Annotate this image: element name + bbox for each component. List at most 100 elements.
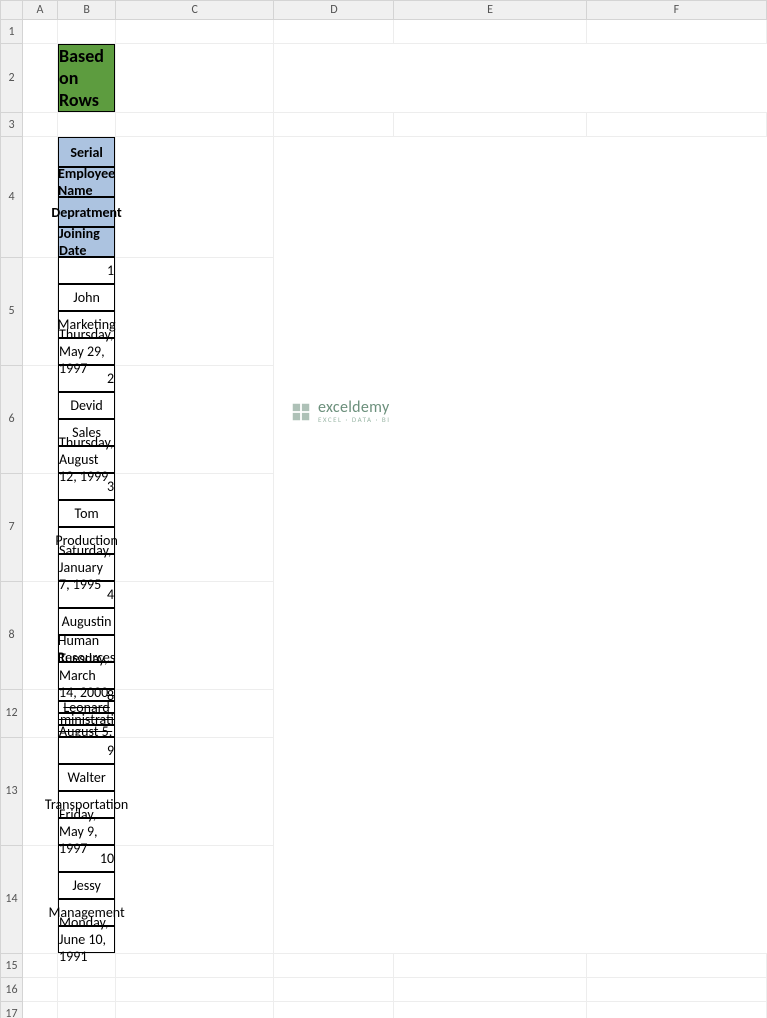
row-header[interactable]: 17 — [1, 1002, 23, 1018]
cell-dept[interactable]: Production — [58, 527, 115, 554]
cell[interactable] — [23, 473, 58, 581]
cell-date[interactable]: Monday, June 10, 1991 — [58, 926, 115, 953]
col-header[interactable]: E — [394, 1, 586, 20]
row-header[interactable]: 8 — [1, 581, 23, 689]
row-header[interactable]: 5 — [1, 257, 23, 365]
cell[interactable] — [23, 257, 58, 365]
col-header[interactable]: C — [116, 1, 274, 20]
row-header[interactable]: 1 — [1, 20, 23, 44]
cell[interactable] — [23, 137, 58, 258]
cell[interactable] — [116, 365, 274, 473]
cell[interactable] — [116, 689, 274, 737]
cell-date[interactable]: Thursday, May 29, 1997 — [58, 338, 115, 365]
th-name[interactable]: Employee Name — [58, 167, 115, 197]
cell[interactable] — [394, 954, 586, 978]
cell-date[interactable]: Friday, May 9, 1997 — [58, 818, 115, 845]
cell[interactable] — [23, 44, 58, 113]
cell[interactable] — [116, 257, 274, 365]
cell[interactable] — [23, 978, 58, 1002]
cell[interactable] — [394, 20, 586, 44]
th-date[interactable]: Joining Date — [58, 227, 115, 257]
cell[interactable] — [586, 20, 766, 44]
cell-serial[interactable]: 9 — [58, 737, 115, 764]
row-header[interactable]: 3 — [1, 113, 23, 137]
cell-date[interactable]: Saturday, January 7, 1995 — [58, 554, 115, 581]
cell-date[interactable]: Friday, August 5, 1994 — [58, 725, 115, 737]
cell-name[interactable]: Jessy — [58, 872, 115, 899]
cell[interactable] — [58, 20, 116, 44]
cell-serial[interactable]: 10 — [58, 845, 115, 872]
cell[interactable] — [586, 1002, 766, 1018]
cell[interactable] — [116, 113, 274, 137]
cell-date[interactable]: Tuesday, March 14, 2000 — [58, 662, 115, 689]
cell[interactable] — [116, 20, 274, 44]
cell[interactable] — [116, 954, 274, 978]
row-header[interactable]: 6 — [1, 365, 23, 473]
cell[interactable] — [274, 978, 394, 1002]
row-header[interactable]: 2 — [1, 44, 23, 113]
cell[interactable] — [394, 113, 586, 137]
cell[interactable] — [274, 20, 394, 44]
cell[interactable] — [23, 365, 58, 473]
cell-serial[interactable]: 4 — [58, 581, 115, 608]
cell[interactable] — [23, 581, 58, 689]
th-serial[interactable]: Serial — [58, 137, 115, 167]
cell[interactable] — [586, 113, 766, 137]
cell[interactable] — [116, 581, 274, 689]
cell[interactable] — [116, 845, 274, 954]
cell[interactable] — [586, 954, 766, 978]
title-cell[interactable]: Based on Rows — [58, 44, 115, 112]
cell-date[interactable]: Thursday, August 12, 1999 — [58, 446, 115, 473]
cell[interactable] — [23, 1002, 58, 1018]
col-header[interactable]: B — [58, 1, 116, 20]
cell[interactable] — [58, 113, 116, 137]
cell[interactable] — [23, 954, 58, 978]
cell[interactable] — [116, 978, 274, 1002]
cell-name[interactable]: Leonard — [58, 701, 115, 713]
cell[interactable] — [116, 137, 274, 258]
cell[interactable] — [274, 954, 394, 978]
cell-name[interactable]: Tom — [58, 500, 115, 527]
cell[interactable] — [586, 978, 766, 1002]
cell[interactable] — [23, 689, 58, 737]
cell[interactable] — [58, 954, 116, 978]
th-dept[interactable]: Depratment — [58, 197, 115, 227]
cell[interactable] — [116, 1002, 274, 1018]
cell-name[interactable]: Devid — [58, 392, 115, 419]
cell-dept[interactable]: Management — [58, 899, 115, 926]
cell[interactable] — [23, 845, 58, 954]
cell[interactable] — [23, 737, 58, 845]
cell-dept[interactable]: Transportation — [58, 791, 115, 818]
cell[interactable] — [116, 473, 274, 581]
cell-name[interactable]: John — [58, 284, 115, 311]
cell[interactable] — [394, 978, 586, 1002]
cell[interactable] — [23, 113, 58, 137]
col-header[interactable]: A — [23, 1, 58, 20]
row-header[interactable]: 4 — [1, 137, 23, 258]
row-header[interactable]: 7 — [1, 473, 23, 581]
cell-name[interactable]: Walter — [58, 764, 115, 791]
row: 1 — [1, 20, 767, 44]
cell[interactable] — [58, 978, 116, 1002]
cell-dept[interactable]: Human Resources — [58, 635, 115, 662]
cell[interactable] — [274, 113, 394, 137]
cell[interactable] — [116, 44, 274, 113]
cell[interactable] — [394, 1002, 586, 1018]
row-header[interactable]: 12 — [1, 689, 23, 737]
cell-serial[interactable]: 1 — [58, 257, 115, 284]
cell-serial[interactable]: 8 — [58, 689, 115, 701]
col-header[interactable]: D — [274, 1, 394, 20]
row-header[interactable]: 13 — [1, 737, 23, 845]
cell[interactable] — [116, 737, 274, 845]
cell-name[interactable]: Augustin — [58, 608, 115, 635]
col-header[interactable]: F — [586, 1, 766, 20]
row-header[interactable]: 15 — [1, 954, 23, 978]
cell[interactable] — [23, 20, 58, 44]
row-header[interactable]: 14 — [1, 845, 23, 954]
row-header[interactable]: 16 — [1, 978, 23, 1002]
cell[interactable] — [274, 1002, 394, 1018]
cell[interactable] — [58, 1002, 116, 1018]
cell-dept[interactable]: Administration — [58, 713, 115, 725]
row: 17 — [1, 1002, 767, 1018]
select-all-corner[interactable] — [1, 1, 23, 20]
